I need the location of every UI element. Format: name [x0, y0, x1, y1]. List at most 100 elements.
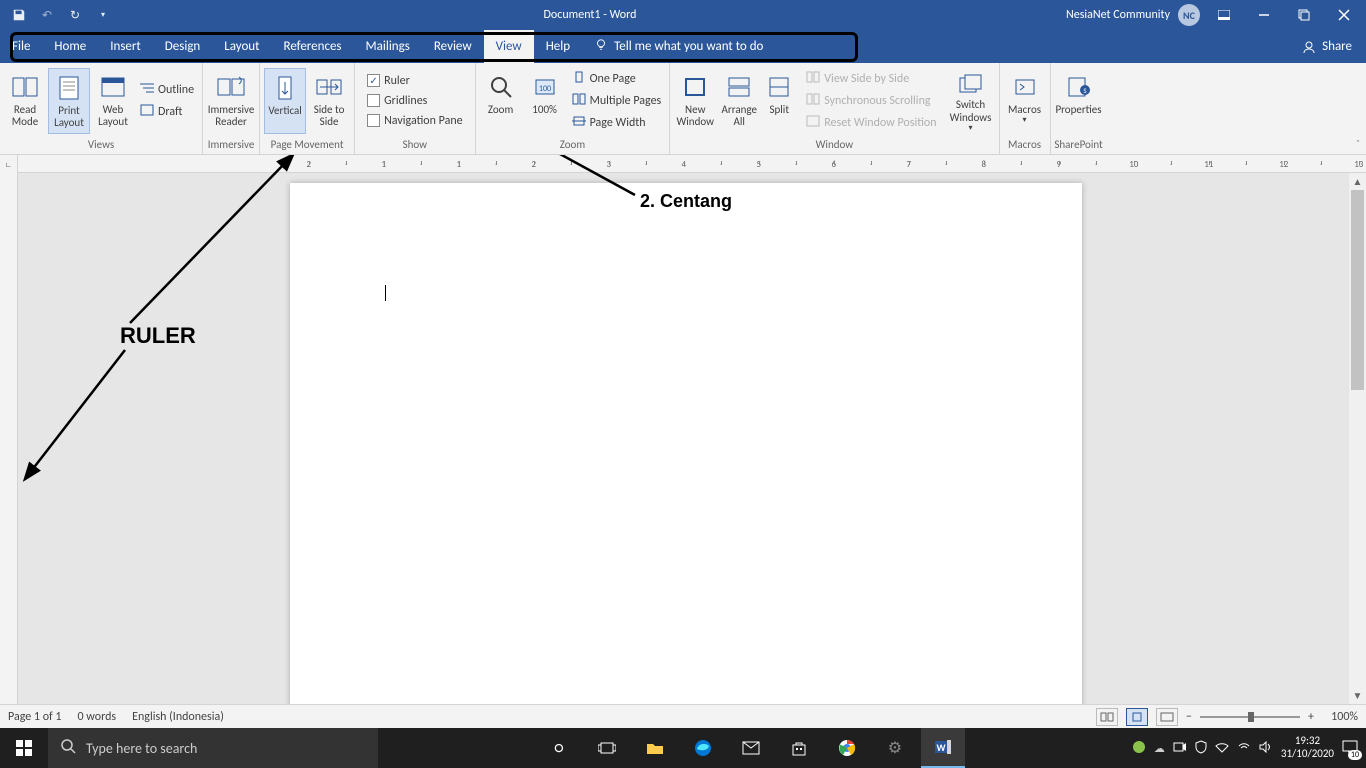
share-button[interactable]: Share: [1288, 30, 1366, 63]
tab-review[interactable]: Review: [422, 30, 484, 63]
svg-text:100: 100: [539, 84, 551, 94]
status-print-layout-icon[interactable]: [1126, 708, 1148, 726]
settings-icon[interactable]: ⚙: [873, 728, 917, 768]
zoom-out-button[interactable]: −: [1186, 710, 1192, 724]
scrollbar-thumb[interactable]: [1351, 190, 1364, 390]
zoom-100-button[interactable]: 100 100%: [524, 68, 566, 134]
one-page-button[interactable]: One Page: [568, 69, 666, 89]
navigation-pane-checkbox[interactable]: Navigation Pane: [363, 112, 467, 130]
undo-icon[interactable]: ↶: [36, 4, 58, 26]
zoom-level[interactable]: 100%: [1322, 710, 1358, 724]
chrome-icon[interactable]: [825, 728, 869, 768]
vertical-button[interactable]: Vertical: [264, 68, 306, 134]
outline-button[interactable]: Outline: [136, 80, 198, 100]
action-center-icon[interactable]: 10: [1342, 739, 1358, 758]
multiple-pages-button[interactable]: Multiple Pages: [568, 91, 666, 111]
tab-selector-icon[interactable]: ∟: [0, 155, 18, 173]
status-read-mode-icon[interactable]: [1096, 708, 1118, 726]
task-view-icon[interactable]: [585, 728, 629, 768]
annotation-arrow-ruler-v: [20, 345, 140, 485]
tab-file[interactable]: File: [0, 30, 42, 63]
close-button[interactable]: [1328, 0, 1360, 30]
tab-design[interactable]: Design: [153, 30, 212, 63]
page-width-button[interactable]: Page Width: [568, 113, 666, 133]
tab-mailings[interactable]: Mailings: [354, 30, 422, 63]
gridlines-checkbox[interactable]: Gridlines: [363, 92, 467, 110]
split-button[interactable]: Split: [762, 68, 796, 134]
side-to-side-icon: [313, 72, 345, 102]
save-icon[interactable]: [8, 4, 30, 26]
user-area: NesiaNet Community NC: [1066, 0, 1366, 30]
document-page[interactable]: [290, 183, 1082, 704]
immersive-reader-button[interactable]: Immersive Reader: [207, 68, 255, 134]
redo-icon[interactable]: ↻: [64, 4, 86, 26]
tab-view[interactable]: View: [484, 30, 534, 63]
properties-button[interactable]: SProperties: [1055, 68, 1103, 134]
web-layout-button[interactable]: Web Layout: [92, 68, 134, 134]
tray-onedrive-icon[interactable]: ☁: [1154, 742, 1165, 755]
horizontal-ruler[interactable]: ∟ 2·1· 1·2· 3·4· 5·6· 7·8· 9·10· 11·12· …: [0, 155, 1366, 173]
qat-customize-icon[interactable]: ▾: [92, 4, 114, 26]
read-mode-button[interactable]: Read Mode: [4, 68, 46, 134]
status-language[interactable]: English (Indonesia): [132, 710, 224, 724]
document-workspace: ∟ 2·1· 1·2· 3·4· 5·6· 7·8· 9·10· 11·12· …: [0, 155, 1366, 704]
zoom-slider[interactable]: [1200, 716, 1300, 718]
tab-home[interactable]: Home: [42, 30, 98, 63]
draft-button[interactable]: Draft: [136, 102, 198, 122]
tray-meet-now-icon[interactable]: [1173, 741, 1187, 756]
file-explorer-icon[interactable]: [633, 728, 677, 768]
minimize-button[interactable]: [1248, 0, 1280, 30]
synchronous-scrolling-button[interactable]: Synchronous Scrolling: [802, 91, 940, 111]
outline-icon: [140, 82, 154, 98]
tell-me-label: Tell me what you want to do: [614, 39, 763, 54]
tray-volume-icon[interactable]: [1259, 741, 1273, 756]
tray-wifi-icon[interactable]: [1237, 741, 1251, 756]
ruler-checkbox[interactable]: ✓Ruler: [363, 72, 467, 90]
tab-layout[interactable]: Layout: [212, 30, 271, 63]
mail-icon[interactable]: [729, 728, 773, 768]
scroll-down-icon[interactable]: ▼: [1349, 687, 1366, 704]
zoom-in-button[interactable]: +: [1308, 710, 1314, 724]
windows-taskbar: Type here to search ○ ⚙ W ☁ 19:32 31/10/…: [0, 728, 1366, 768]
maximize-button[interactable]: [1288, 0, 1320, 30]
word-taskbar-icon[interactable]: W: [921, 728, 965, 768]
cortana-icon[interactable]: ○: [537, 728, 581, 768]
system-tray: ☁ 19:32 31/10/2020 10: [1124, 735, 1366, 760]
status-words[interactable]: 0 words: [78, 710, 117, 724]
scroll-up-icon[interactable]: ▲: [1349, 173, 1366, 190]
reset-window-position-button[interactable]: Reset Window Position: [802, 113, 940, 133]
vertical-scrollbar[interactable]: ▲ ▼: [1349, 173, 1366, 704]
group-page-movement: Vertical Side to Side Page Movement: [260, 63, 355, 154]
tray-defender-icon[interactable]: [1195, 740, 1207, 757]
status-web-layout-icon[interactable]: [1156, 708, 1178, 726]
store-icon[interactable]: [777, 728, 821, 768]
tray-network-icon[interactable]: [1215, 741, 1229, 756]
new-window-button[interactable]: New Window: [674, 68, 716, 134]
start-button[interactable]: [0, 728, 48, 768]
tab-insert[interactable]: Insert: [98, 30, 153, 63]
user-avatar[interactable]: NC: [1178, 4, 1200, 26]
switch-windows-button[interactable]: Switch Windows▾: [947, 68, 995, 134]
user-name[interactable]: NesiaNet Community: [1066, 8, 1170, 22]
collapse-ribbon-icon[interactable]: ˆ: [1356, 137, 1360, 150]
zoom-button[interactable]: Zoom: [480, 68, 522, 134]
tell-me-search[interactable]: Tell me what you want to do: [582, 30, 775, 63]
svg-text:W: W: [936, 741, 946, 754]
tab-help[interactable]: Help: [534, 30, 582, 63]
side-to-side-button[interactable]: Side to Side: [308, 68, 350, 134]
vertical-ruler[interactable]: [0, 173, 18, 704]
text-cursor: [385, 285, 386, 301]
print-layout-button[interactable]: Print Layout: [48, 68, 90, 134]
ribbon-panel: Read Mode Print Layout Web Layout Outlin…: [0, 63, 1366, 155]
macros-button[interactable]: Macros▾: [1004, 68, 1046, 134]
tab-references[interactable]: References: [272, 30, 354, 63]
edge-icon[interactable]: [681, 728, 725, 768]
ribbon-display-options-icon[interactable]: [1208, 0, 1240, 30]
taskbar-search[interactable]: Type here to search: [48, 728, 378, 768]
view-side-by-side-button[interactable]: View Side by Side: [802, 69, 940, 89]
switch-windows-icon: [955, 72, 987, 98]
status-page[interactable]: Page 1 of 1: [8, 710, 62, 724]
arrange-all-button[interactable]: Arrange All: [718, 68, 760, 134]
tray-app-icon[interactable]: [1132, 740, 1146, 757]
taskbar-clock[interactable]: 19:32 31/10/2020: [1281, 735, 1334, 760]
